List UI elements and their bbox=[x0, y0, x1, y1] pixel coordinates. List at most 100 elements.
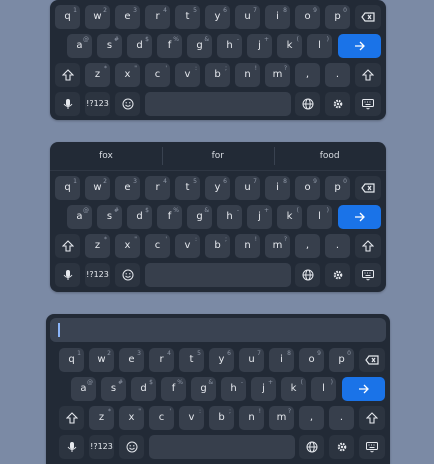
symbols-key[interactable]: !?123 bbox=[85, 92, 110, 116]
shift-key-left[interactable] bbox=[59, 406, 84, 430]
key-w[interactable]: 2w bbox=[85, 5, 110, 29]
key-h[interactable]: -h bbox=[217, 205, 242, 229]
key-x[interactable]: " x bbox=[115, 63, 140, 87]
key-e[interactable]: 3e bbox=[115, 5, 140, 29]
key-a[interactable]: @ a bbox=[67, 205, 92, 229]
settings-key[interactable] bbox=[325, 92, 350, 116]
key-y[interactable]: 6y bbox=[205, 176, 230, 200]
key-a[interactable]: @ a bbox=[71, 377, 96, 401]
key-g[interactable]: & g bbox=[191, 377, 216, 401]
key-p[interactable]: 0p bbox=[329, 348, 354, 372]
space-key[interactable] bbox=[145, 92, 291, 116]
key-e[interactable]: 3e bbox=[119, 348, 144, 372]
key-l[interactable]: ) l bbox=[311, 377, 336, 401]
key-i[interactable]: 8i bbox=[265, 176, 290, 200]
key-u[interactable]: 7u bbox=[235, 176, 260, 200]
globe-key[interactable] bbox=[295, 92, 320, 116]
key-m[interactable]: ? m bbox=[265, 234, 290, 258]
key-b[interactable]: ; b bbox=[209, 406, 234, 430]
key-d[interactable]: $ d bbox=[127, 205, 152, 229]
key-q[interactable]: 1q bbox=[55, 176, 80, 200]
key-q[interactable]: 1q bbox=[59, 348, 84, 372]
mic-key[interactable] bbox=[55, 263, 80, 287]
key-n[interactable]: ! n bbox=[235, 63, 260, 87]
symbols-key[interactable]: !?123 bbox=[89, 435, 114, 459]
key-a[interactable]: @ a bbox=[67, 34, 92, 58]
symbols-key[interactable]: !?123 bbox=[85, 263, 110, 287]
key-y[interactable]: 6y bbox=[209, 348, 234, 372]
key-b[interactable]: ; b bbox=[205, 63, 230, 87]
key-p[interactable]: 0p bbox=[325, 5, 350, 29]
key-k[interactable]: (k bbox=[277, 205, 302, 229]
key-s[interactable]: # s bbox=[101, 377, 126, 401]
key-r[interactable]: 4r bbox=[149, 348, 174, 372]
space-key[interactable] bbox=[145, 263, 291, 287]
key-x[interactable]: " x bbox=[119, 406, 144, 430]
key-l[interactable]: ) l bbox=[307, 34, 332, 58]
settings-key[interactable] bbox=[329, 435, 354, 459]
suggestion-2[interactable]: for bbox=[162, 142, 274, 170]
key-f[interactable]: % f bbox=[157, 34, 182, 58]
backspace-key[interactable] bbox=[355, 176, 381, 200]
key-y[interactable]: 6y bbox=[205, 5, 230, 29]
key-d[interactable]: $ d bbox=[131, 377, 156, 401]
key-m[interactable]: ? m bbox=[269, 406, 294, 430]
key-u[interactable]: 7u bbox=[239, 348, 264, 372]
key-k[interactable]: (k bbox=[277, 34, 302, 58]
key-c[interactable]: ' c bbox=[145, 234, 170, 258]
key-x[interactable]: " x bbox=[115, 234, 140, 258]
key-i[interactable]: 8i bbox=[269, 348, 294, 372]
key-o[interactable]: 9o bbox=[299, 348, 324, 372]
key-h[interactable]: -h bbox=[221, 377, 246, 401]
key-q[interactable]: 1q bbox=[55, 5, 80, 29]
mic-key[interactable] bbox=[55, 92, 80, 116]
hide-keyboard-key[interactable] bbox=[359, 435, 385, 459]
key-j[interactable]: + j bbox=[251, 377, 276, 401]
shift-key-left[interactable] bbox=[55, 63, 80, 87]
key-t[interactable]: 5t bbox=[179, 348, 204, 372]
enter-key[interactable] bbox=[338, 34, 381, 58]
globe-key[interactable] bbox=[299, 435, 324, 459]
key-r[interactable]: 4r bbox=[145, 176, 170, 200]
shift-key-right[interactable] bbox=[359, 406, 385, 430]
key-period[interactable]: . bbox=[325, 234, 350, 258]
shift-key-left[interactable] bbox=[55, 234, 80, 258]
key-u[interactable]: 7u bbox=[235, 5, 260, 29]
key-j[interactable]: + j bbox=[247, 205, 272, 229]
backspace-key[interactable] bbox=[359, 348, 385, 372]
key-o[interactable]: 9o bbox=[295, 5, 320, 29]
key-e[interactable]: 3e bbox=[115, 176, 140, 200]
shift-key-right[interactable] bbox=[355, 234, 381, 258]
key-z[interactable]: * z bbox=[89, 406, 114, 430]
settings-key[interactable] bbox=[325, 263, 350, 287]
key-period[interactable]: . bbox=[329, 406, 354, 430]
emoji-key[interactable] bbox=[115, 263, 140, 287]
key-i[interactable]: 8i bbox=[265, 5, 290, 29]
key-p[interactable]: 0p bbox=[325, 176, 350, 200]
key-k[interactable]: (k bbox=[281, 377, 306, 401]
space-key[interactable] bbox=[149, 435, 295, 459]
key-r[interactable]: 4r bbox=[145, 5, 170, 29]
mic-key[interactable] bbox=[59, 435, 84, 459]
key-comma[interactable]: , bbox=[295, 234, 320, 258]
key-b[interactable]: ; b bbox=[205, 234, 230, 258]
key-period[interactable]: . bbox=[325, 63, 350, 87]
key-t[interactable]: 5t bbox=[175, 5, 200, 29]
emoji-key[interactable] bbox=[119, 435, 144, 459]
key-g[interactable]: & g bbox=[187, 205, 212, 229]
key-h[interactable]: -h bbox=[217, 34, 242, 58]
key-z[interactable]: * z bbox=[85, 234, 110, 258]
key-comma[interactable]: , bbox=[299, 406, 324, 430]
enter-key[interactable] bbox=[338, 205, 381, 229]
key-o[interactable]: 9o bbox=[295, 176, 320, 200]
key-m[interactable]: ? m bbox=[265, 63, 290, 87]
key-d[interactable]: $ d bbox=[127, 34, 152, 58]
key-c[interactable]: ' c bbox=[149, 406, 174, 430]
globe-key[interactable] bbox=[295, 263, 320, 287]
key-l[interactable]: ) l bbox=[307, 205, 332, 229]
key-j[interactable]: + j bbox=[247, 34, 272, 58]
enter-key[interactable] bbox=[342, 377, 385, 401]
suggestion-1[interactable]: fox bbox=[50, 142, 162, 170]
text-input[interactable] bbox=[50, 318, 386, 342]
key-c[interactable]: ' c bbox=[145, 63, 170, 87]
